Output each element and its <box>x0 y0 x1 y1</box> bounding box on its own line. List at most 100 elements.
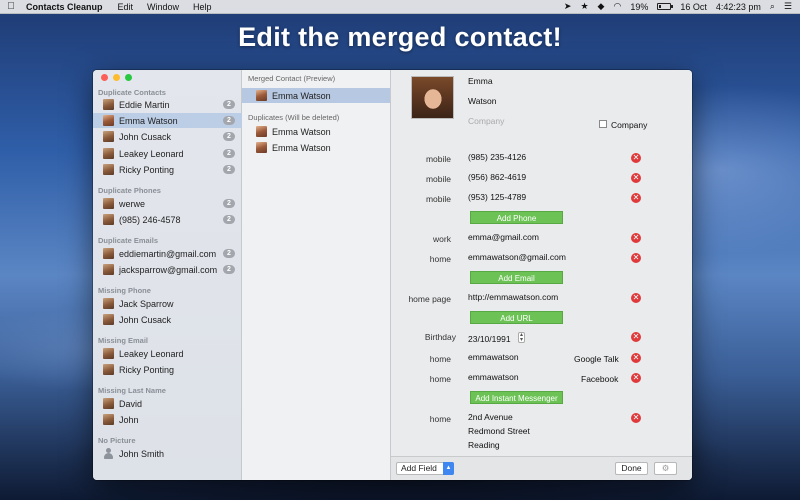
zoom-window-button[interactable] <box>125 74 132 81</box>
menu-edit[interactable]: Edit <box>111 2 141 12</box>
sidebar-item[interactable]: John <box>93 412 242 427</box>
sidebar-item[interactable]: Jack Sparrow <box>93 296 242 311</box>
delete-icon[interactable]: ✕ <box>631 353 641 363</box>
menubar-date[interactable]: 16 Oct <box>680 2 707 12</box>
im-value[interactable]: emmawatson <box>468 352 519 362</box>
delete-icon[interactable]: ✕ <box>631 413 641 423</box>
sidebar-item[interactable]: John Cusack <box>93 312 242 327</box>
add-field-popup[interactable]: Add Field ▲ <box>396 462 454 475</box>
notification-center-icon[interactable]: ☰ <box>784 1 792 12</box>
apple-icon[interactable]:  <box>0 1 22 12</box>
menu-window[interactable]: Window <box>140 2 186 12</box>
menubar-time[interactable]: 4:42:23 pm <box>716 2 761 12</box>
delete-icon[interactable]: ✕ <box>631 193 641 203</box>
im-value[interactable]: emmawatson <box>468 372 519 382</box>
add-field-label: Add Field <box>401 463 437 473</box>
company-checkbox[interactable] <box>599 120 607 128</box>
merged-contact-item[interactable]: Emma Watson <box>242 88 390 103</box>
spotlight-search-icon[interactable]: ⌕ <box>770 1 775 12</box>
phone-label[interactable]: mobile <box>391 194 451 204</box>
sidebar-item[interactable]: Leakey Leonard <box>93 346 242 361</box>
sidebar-item[interactable]: (985) 246-4578 2 <box>93 212 242 227</box>
sidebar-item[interactable]: werwe 2 <box>93 196 242 211</box>
contact-photo[interactable] <box>411 76 454 119</box>
gear-icon[interactable]: ⚙ <box>654 462 677 475</box>
im-service[interactable]: Facebook <box>581 374 618 384</box>
count-badge: 2 <box>223 116 235 125</box>
dropbox-icon[interactable]: ◆ <box>598 1 605 12</box>
delete-icon[interactable]: ✕ <box>631 173 641 183</box>
duplicate-item[interactable]: Emma Watson <box>242 124 390 139</box>
phone-value[interactable]: (953) 125-4789 <box>468 192 526 202</box>
email-value[interactable]: emmawatson@gmail.com <box>468 252 566 262</box>
duplicate-item[interactable]: Emma Watson <box>242 140 390 155</box>
count-badge: 2 <box>223 165 235 174</box>
star-icon[interactable]: ★ <box>580 1 588 12</box>
im-label[interactable]: home <box>391 374 451 384</box>
add-url-button[interactable]: Add URL <box>470 311 563 324</box>
window-controls <box>101 74 132 81</box>
add-phone-button[interactable]: Add Phone <box>470 211 563 224</box>
email-value[interactable]: emma@gmail.com <box>468 232 539 242</box>
add-email-button[interactable]: Add Email <box>470 271 563 284</box>
first-name-field[interactable]: Emma <box>468 76 493 86</box>
delete-icon[interactable]: ✕ <box>631 233 641 243</box>
location-icon[interactable]: ➤ <box>564 1 572 12</box>
menu-help[interactable]: Help <box>186 2 219 12</box>
sidebar-item[interactable]: eddiemartin@gmail.com 2 <box>93 246 242 261</box>
sidebar-item[interactable]: John Smith <box>93 446 242 461</box>
address-street-2[interactable]: Redmond Street <box>468 426 530 436</box>
section-title: Missing Last Name <box>98 386 166 395</box>
add-instant-messenger-button[interactable]: Add Instant Messenger <box>470 391 563 404</box>
date-stepper[interactable]: ▴ ▾ <box>518 332 525 343</box>
chevron-down-icon: ▲ <box>443 462 454 475</box>
avatar <box>103 198 114 209</box>
email-label[interactable]: work <box>391 234 451 244</box>
section-title: Missing Email <box>98 336 149 345</box>
delete-icon[interactable]: ✕ <box>631 153 641 163</box>
im-label[interactable]: home <box>391 354 451 364</box>
url-label[interactable]: home page <box>391 294 451 304</box>
sidebar-item[interactable]: Eddie Martin 2 <box>93 97 242 112</box>
sidebar-item[interactable]: John Cusack 2 <box>93 129 242 144</box>
minimize-window-button[interactable] <box>113 74 120 81</box>
url-value[interactable]: http://emmawatson.com <box>468 292 558 302</box>
done-button[interactable]: Done <box>615 462 648 475</box>
phone-value[interactable]: (985) 235-4126 <box>468 152 526 162</box>
sidebar-item[interactable]: Ricky Ponting 2 <box>93 162 242 177</box>
avatar <box>256 126 267 137</box>
birthday-field[interactable]: 23/10/1991 <box>468 334 511 344</box>
battery-percent[interactable]: 19% <box>630 2 648 12</box>
headline: Edit the merged contact! <box>238 22 562 52</box>
im-service[interactable]: Google Talk <box>574 354 619 364</box>
delete-icon[interactable]: ✕ <box>631 332 641 342</box>
address-city[interactable]: Reading <box>468 440 500 450</box>
email-label[interactable]: home <box>391 254 451 264</box>
avatar <box>103 264 114 275</box>
address-label[interactable]: home <box>391 414 451 424</box>
last-name-field[interactable]: Watson <box>468 96 497 106</box>
phone-label[interactable]: mobile <box>391 154 451 164</box>
birthday-label: Birthday <box>424 332 456 342</box>
avatar <box>103 398 114 409</box>
address-street[interactable]: 2nd Avenue <box>468 412 513 422</box>
sidebar: Duplicate Contacts Eddie Martin 2 Emma Wa… <box>93 70 242 480</box>
sidebar-item[interactable]: jacksparrow@gmail.com 2 <box>93 262 242 277</box>
company-field[interactable]: Company <box>468 116 504 126</box>
delete-icon[interactable]: ✕ <box>631 373 641 383</box>
sidebar-item[interactable]: Ricky Ponting <box>93 362 242 377</box>
wifi-icon[interactable]: ◠ <box>613 1 621 12</box>
count-badge: 2 <box>223 215 235 224</box>
avatar <box>103 214 114 225</box>
delete-icon[interactable]: ✕ <box>631 253 641 263</box>
sidebar-item[interactable]: David <box>93 396 242 411</box>
menu-app-name[interactable]: Contacts Cleanup <box>22 2 111 12</box>
contact-editor: Emma Watson Company Company mobile (985)… <box>391 70 692 480</box>
sidebar-item[interactable]: Leakey Leonard 2 <box>93 146 242 161</box>
sidebar-item-selected[interactable]: Emma Watson 2 <box>93 113 242 128</box>
phone-value[interactable]: (956) 862-4619 <box>468 172 526 182</box>
phone-label[interactable]: mobile <box>391 174 451 184</box>
delete-icon[interactable]: ✕ <box>631 293 641 303</box>
close-window-button[interactable] <box>101 74 108 81</box>
battery-icon[interactable] <box>657 3 674 10</box>
